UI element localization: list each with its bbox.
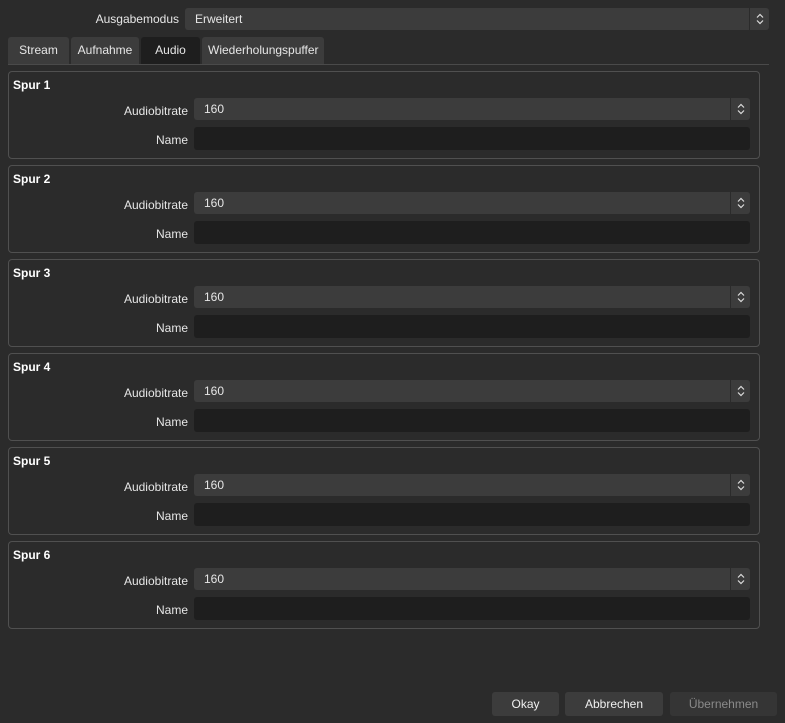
chevron-updown-icon bbox=[730, 474, 750, 496]
tab-wiederholungspuffer[interactable]: Wiederholungspuffer bbox=[202, 37, 324, 64]
tab-divider bbox=[8, 64, 769, 65]
output-mode-value: Erweitert bbox=[195, 12, 243, 26]
bitrate-value: 160 bbox=[204, 290, 225, 304]
name-label: Name bbox=[155, 415, 188, 429]
chevron-updown-icon bbox=[730, 286, 750, 308]
track-name-input-3[interactable] bbox=[194, 315, 750, 338]
bitrate-label: Audiobitrate bbox=[123, 480, 188, 494]
tab-stream[interactable]: Stream bbox=[8, 37, 69, 64]
track-name-input-6[interactable] bbox=[194, 597, 750, 620]
chevron-updown-icon bbox=[730, 568, 750, 590]
track-name-input-5[interactable] bbox=[194, 503, 750, 526]
track-group-5: Spur 5 Audiobitrate 160 Name bbox=[8, 447, 760, 535]
bitrate-label: Audiobitrate bbox=[123, 386, 188, 400]
track-title: Spur 3 bbox=[13, 266, 51, 280]
bitrate-label: Audiobitrate bbox=[123, 198, 188, 212]
bitrate-label: Audiobitrate bbox=[123, 574, 188, 588]
bitrate-value: 160 bbox=[204, 478, 225, 492]
tab-audio[interactable]: Audio bbox=[141, 37, 200, 64]
name-label: Name bbox=[155, 321, 188, 335]
bitrate-select-1[interactable]: 160 bbox=[194, 98, 750, 120]
bitrate-value: 160 bbox=[204, 102, 225, 116]
bitrate-value: 160 bbox=[204, 196, 225, 210]
track-name-input-1[interactable] bbox=[194, 127, 750, 150]
audio-output-settings: Ausgabemodus Erweitert Stream Aufnahme A… bbox=[0, 0, 785, 723]
bitrate-select-2[interactable]: 160 bbox=[194, 192, 750, 214]
track-title: Spur 2 bbox=[13, 172, 51, 186]
bitrate-label: Audiobitrate bbox=[123, 292, 188, 306]
output-tabs: Stream Aufnahme Audio Wiederholungspuffe… bbox=[8, 37, 324, 64]
chevron-updown-icon bbox=[730, 98, 750, 120]
name-label: Name bbox=[155, 603, 188, 617]
track-group-1: Spur 1 Audiobitrate 160 Name bbox=[8, 71, 760, 159]
track-name-input-2[interactable] bbox=[194, 221, 750, 244]
track-title: Spur 5 bbox=[13, 454, 51, 468]
bitrate-value: 160 bbox=[204, 384, 225, 398]
track-title: Spur 1 bbox=[13, 78, 51, 92]
track-group-6: Spur 6 Audiobitrate 160 Name bbox=[8, 541, 760, 629]
output-mode-label: Ausgabemodus bbox=[95, 12, 179, 26]
chevron-updown-icon bbox=[749, 8, 769, 30]
tab-aufnahme[interactable]: Aufnahme bbox=[71, 37, 139, 64]
name-label: Name bbox=[155, 133, 188, 147]
bitrate-select-6[interactable]: 160 bbox=[194, 568, 750, 590]
output-mode-select[interactable]: Erweitert bbox=[185, 8, 769, 30]
track-group-2: Spur 2 Audiobitrate 160 Name bbox=[8, 165, 760, 253]
track-group-3: Spur 3 Audiobitrate 160 Name bbox=[8, 259, 760, 347]
bitrate-value: 160 bbox=[204, 572, 225, 586]
apply-button[interactable]: Übernehmen bbox=[670, 692, 777, 716]
bitrate-select-5[interactable]: 160 bbox=[194, 474, 750, 496]
track-group-4: Spur 4 Audiobitrate 160 Name bbox=[8, 353, 760, 441]
bitrate-label: Audiobitrate bbox=[123, 104, 188, 118]
track-title: Spur 6 bbox=[13, 548, 51, 562]
name-label: Name bbox=[155, 227, 188, 241]
bitrate-select-4[interactable]: 160 bbox=[194, 380, 750, 402]
name-label: Name bbox=[155, 509, 188, 523]
chevron-updown-icon bbox=[730, 380, 750, 402]
bitrate-select-3[interactable]: 160 bbox=[194, 286, 750, 308]
output-mode-row: Ausgabemodus Erweitert bbox=[0, 8, 785, 30]
track-title: Spur 4 bbox=[13, 360, 51, 374]
cancel-button[interactable]: Abbrechen bbox=[565, 692, 663, 716]
track-name-input-4[interactable] bbox=[194, 409, 750, 432]
okay-button[interactable]: Okay bbox=[492, 692, 559, 716]
chevron-updown-icon bbox=[730, 192, 750, 214]
